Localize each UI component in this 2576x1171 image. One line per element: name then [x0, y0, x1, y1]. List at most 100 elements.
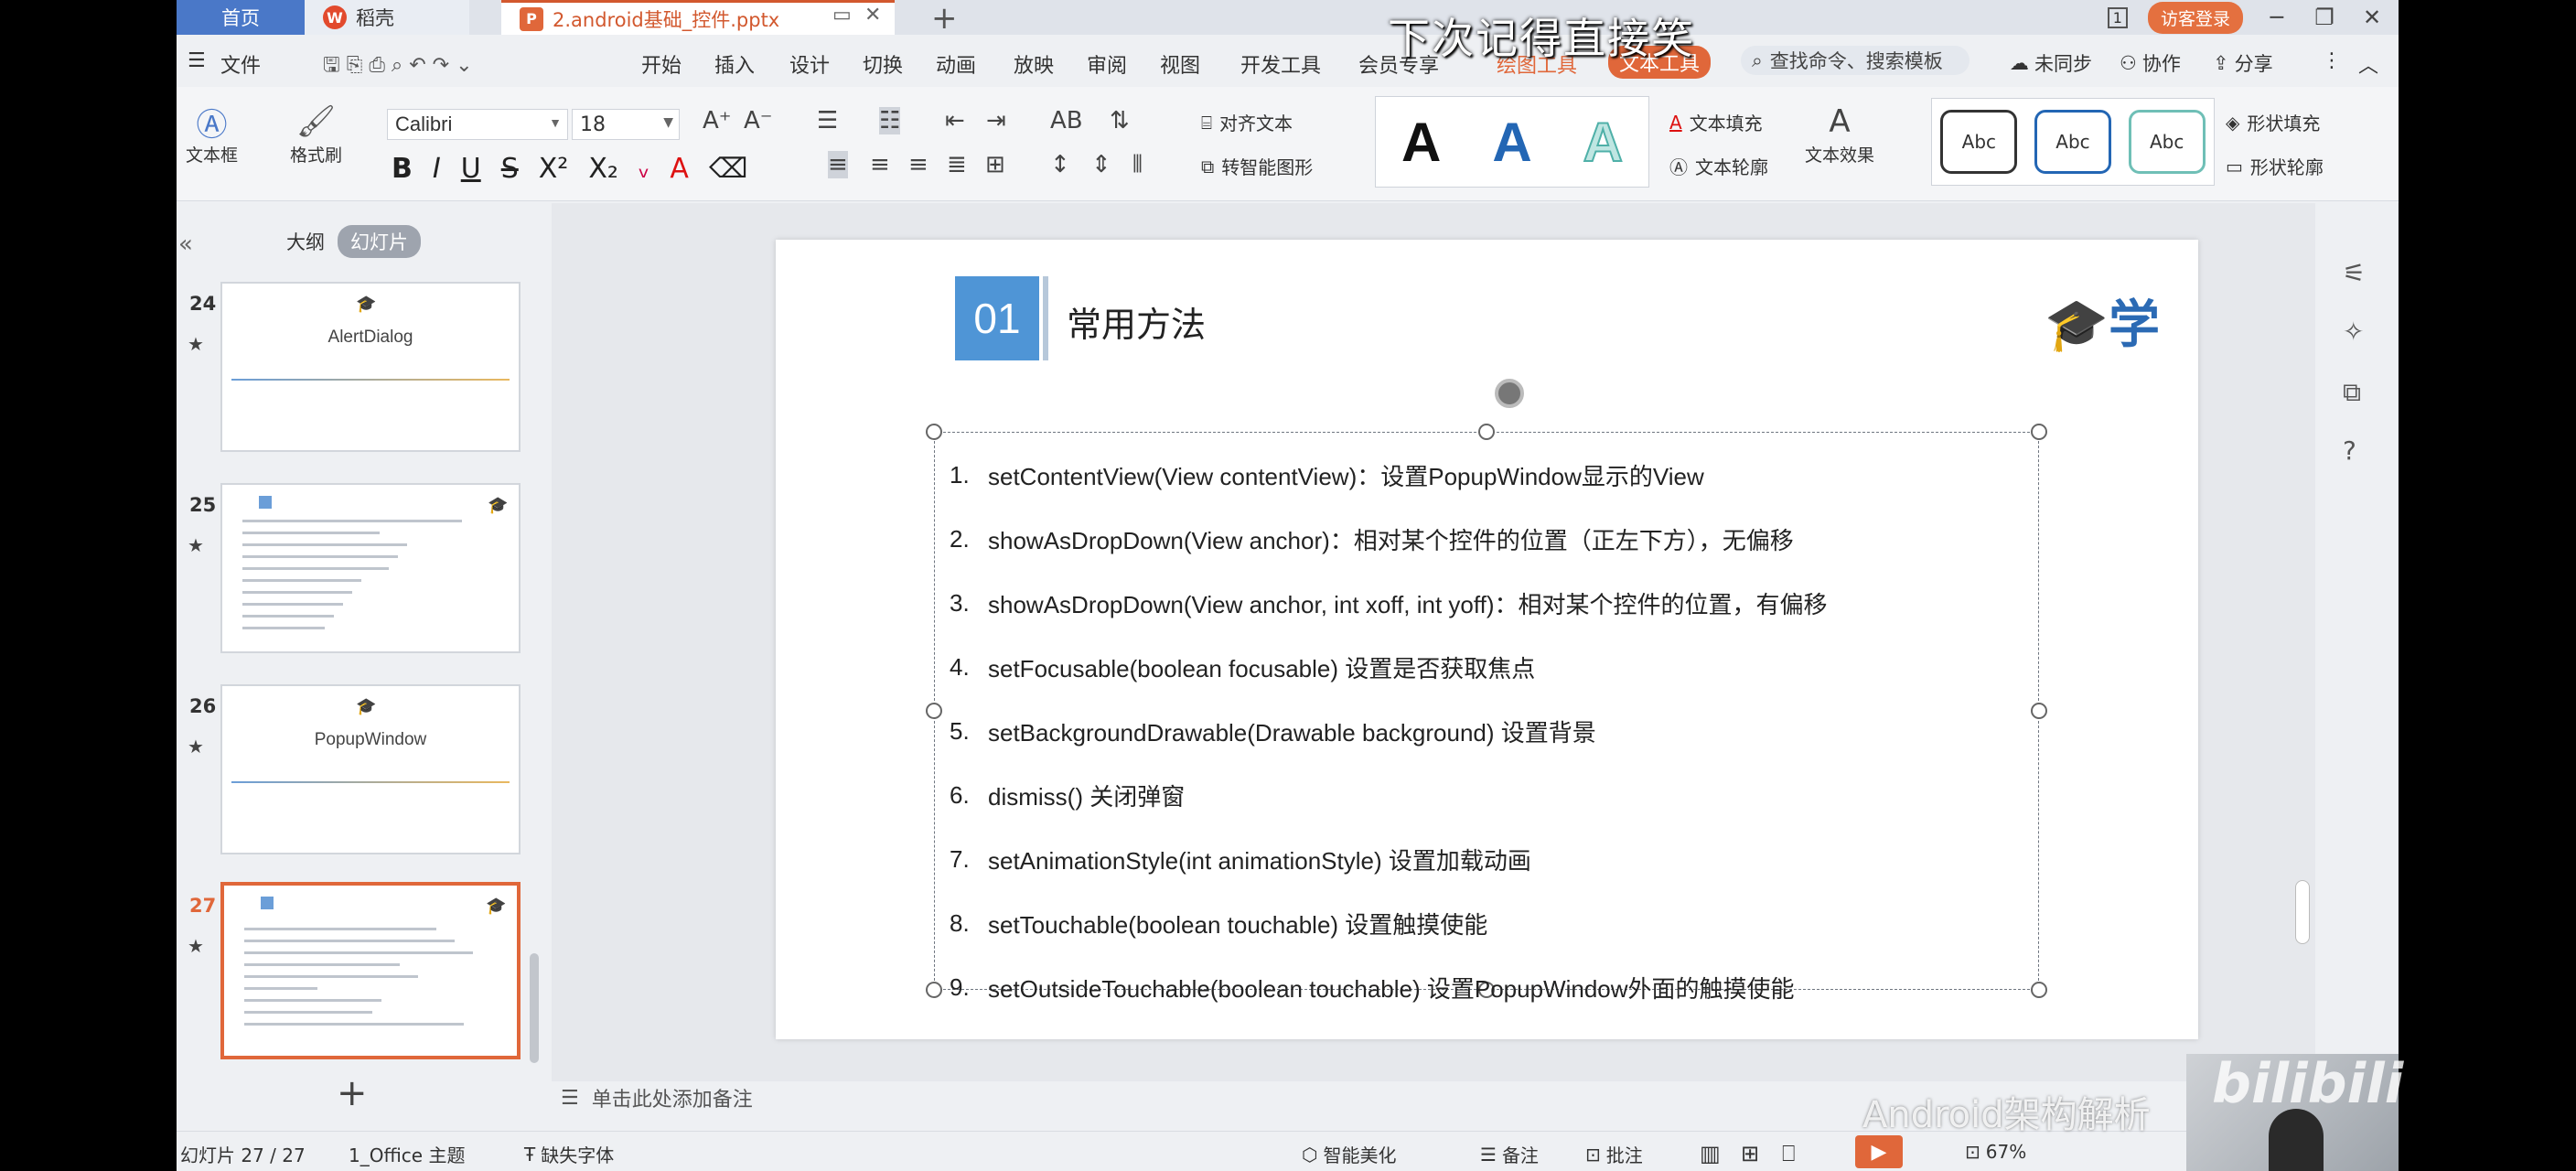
shape-style-dark[interactable]: Abc [1940, 110, 2018, 174]
line-spacing-icon[interactable]: ↕ [1050, 151, 1070, 178]
bold-icon[interactable]: B [392, 153, 413, 185]
align-text-button[interactable]: ⌸ 对齐文本 [1201, 109, 1293, 135]
comment-button[interactable]: ⊡ 批注 [1585, 1141, 1643, 1167]
font-size-select[interactable]: 18 ▼ [572, 109, 680, 140]
slide-title[interactable]: 常用方法 [1067, 296, 1206, 347]
font-family-select[interactable]: Calibri ▼ [387, 109, 568, 140]
menu-design[interactable]: 设计 [789, 49, 830, 79]
beautify-button[interactable]: ⬡ 智能美化 [1302, 1141, 1396, 1167]
command-search[interactable]: ⌕ 查找命令、搜索模板 [1741, 46, 1970, 75]
quick-access-toolbar[interactable]: 🖫 ⎘ ⎙ ⌕ ↶ ↷ ⌄ [323, 49, 473, 84]
increase-indent-icon[interactable]: ⇥ [986, 107, 1006, 134]
slide-thumb-27[interactable]: 🎓 [220, 882, 521, 1059]
close-window-icon[interactable]: ✕ [2358, 5, 2386, 30]
shape-style-blue[interactable]: Abc [2034, 110, 2111, 174]
text-outline-button[interactable]: Ⓐ 文本轮廓 [1669, 153, 1768, 179]
menu-dev-tools[interactable]: 开发工具 [1240, 49, 1321, 79]
text-style-outline[interactable]: A [1583, 111, 1624, 174]
visitor-login-button[interactable]: 访客登录 [2147, 1, 2243, 34]
subscript-icon[interactable]: X₂ [588, 153, 618, 185]
scroll-thumb[interactable] [2295, 880, 2310, 944]
close-tab-icon[interactable]: ✕ [864, 4, 881, 27]
collapse-panel-icon[interactable]: « [178, 231, 193, 258]
slides-tab[interactable]: 幻灯片 [338, 225, 421, 258]
sort-icon[interactable]: ⇅ [1110, 107, 1130, 134]
grid-view-icon[interactable]: ⊞ [1741, 1141, 1759, 1166]
list-item[interactable]: 1. setContentView(View contentView)：设置Pop… [940, 443, 2029, 507]
italic-icon[interactable]: I [433, 153, 441, 185]
text-style-blue[interactable]: A [1492, 111, 1531, 174]
slide-thumb-26[interactable]: 🎓 PopupWindow [220, 684, 521, 854]
resize-handle[interactable] [2031, 424, 2047, 440]
strikethrough-icon[interactable]: S [501, 153, 519, 185]
panel-scrollbar[interactable] [530, 953, 539, 1063]
copy-icon[interactable]: ⧉ [2343, 377, 2361, 408]
shape-style-gallery[interactable]: Abc Abc Abc [1931, 98, 2215, 186]
normal-view-icon[interactable]: ▥ [1700, 1141, 1721, 1166]
shape-style-teal[interactable]: Abc [2128, 110, 2206, 174]
underline-icon[interactable]: U [461, 153, 481, 185]
list-item[interactable]: 9. setOutsideTouchable(boolean touchable)… [940, 955, 2029, 1019]
bullet-list-icon[interactable]: ☰ [817, 107, 838, 134]
align-left-icon[interactable]: ≡ [828, 151, 848, 178]
hamburger-icon[interactable]: ☰ [188, 49, 206, 72]
list-item[interactable]: 6. dismiss() 关闭弹窗 [940, 763, 2029, 827]
share-button[interactable]: ⇪ 分享 [2213, 49, 2273, 77]
list-item[interactable]: 3. showAsDropDown(View anchor, int xoff, … [940, 571, 2029, 635]
list-item[interactable]: 4. setFocusable(boolean focusable) 设置是否获取… [940, 635, 2029, 699]
phonetic-icon[interactable]: ᵥ [639, 153, 650, 185]
distribute-icon[interactable]: ⊞ [985, 151, 1005, 178]
slide-thumb-25[interactable]: 🎓 [220, 483, 521, 653]
zoom-control[interactable]: ⊡ 67% [1965, 1141, 2026, 1163]
slide[interactable]: 01 常用方法 🎓学 1. setContentView(View content… [776, 240, 2198, 1039]
clear-format-icon[interactable]: ⌫ [709, 153, 747, 185]
format-painter-button[interactable]: 🖌 格式刷 [290, 102, 342, 167]
menu-transition[interactable]: 切换 [863, 49, 903, 79]
slide-thumb-24[interactable]: 🎓 AlertDialog [220, 282, 521, 452]
list-item[interactable]: 5. setBackgroundDrawable(Drawable backgro… [940, 699, 2029, 763]
menu-review[interactable]: 审阅 [1087, 49, 1127, 79]
menu-animation[interactable]: 动画 [936, 49, 976, 79]
shape-outline-button[interactable]: ▭ 形状轮廓 [2226, 153, 2324, 179]
numbered-list-icon[interactable]: ☷ [879, 107, 901, 134]
add-slide-button[interactable]: + [337, 1072, 368, 1114]
paragraph-spacing-icon[interactable]: ⇕ [1091, 151, 1111, 178]
resize-handle[interactable] [926, 424, 942, 440]
properties-icon[interactable]: ⚟ [2343, 258, 2366, 288]
list-item[interactable]: 7. setAnimationStyle(int animationStyle) … [940, 827, 2029, 891]
list-item[interactable]: 2. showAsDropDown(View anchor)：相对某个控件的位置（… [940, 507, 2029, 571]
more-icon[interactable]: ⋮ [2322, 49, 2342, 72]
shrink-font-icon[interactable]: A⁻ [744, 107, 773, 134]
help-icon[interactable]: ? [2343, 435, 2356, 466]
text-direction-icon[interactable]: AB [1050, 107, 1083, 134]
pin-icon[interactable]: ✧ [2343, 317, 2364, 347]
canvas-scrollbar[interactable] [2290, 212, 2312, 1036]
theme-name[interactable]: 1_Office 主题 [349, 1141, 465, 1167]
collapse-ribbon-icon[interactable]: ︿ [2358, 49, 2378, 79]
decrease-indent-icon[interactable]: ⇤ [945, 107, 965, 134]
unsynced-button[interactable]: ☁ 未同步 [2010, 49, 2092, 77]
text-style-black[interactable]: A [1401, 111, 1441, 174]
maximize-icon[interactable]: ❐ [2311, 5, 2338, 30]
column-icon[interactable]: ⫴ [1132, 151, 1143, 179]
play-slideshow-icon[interactable]: ▶ [1855, 1135, 1903, 1168]
justify-icon[interactable]: ≣ [947, 151, 967, 178]
smart-shape-button[interactable]: ⧉ 转智能图形 [1201, 153, 1313, 179]
resize-handle[interactable] [2031, 703, 2047, 719]
collab-button[interactable]: ⚇ 协作 [2120, 49, 2181, 77]
tab-daoke[interactable]: W 稻壳 [305, 0, 469, 35]
grow-font-icon[interactable]: A⁺ [703, 107, 732, 134]
new-tab-button[interactable]: + [931, 0, 958, 37]
font-color-icon[interactable]: A [670, 153, 689, 185]
textbox-button[interactable]: Ⓐ 文本框 [186, 102, 238, 167]
text-style-gallery[interactable]: A A A [1375, 96, 1649, 188]
minimize-icon[interactable]: ─ [2263, 5, 2291, 30]
page-count-badge[interactable]: 1 [2107, 6, 2128, 28]
tab-home[interactable]: 首页 [177, 0, 305, 35]
menu-start[interactable]: 开始 [641, 49, 682, 79]
notes-toggle[interactable]: ☰ 备注 [1480, 1141, 1539, 1167]
restore-tab-icon[interactable]: ▭ [832, 4, 852, 27]
text-effect-button[interactable]: A 文本效果 [1805, 102, 1874, 167]
rotate-handle[interactable] [1495, 379, 1524, 408]
align-center-icon[interactable]: ≡ [870, 151, 890, 178]
